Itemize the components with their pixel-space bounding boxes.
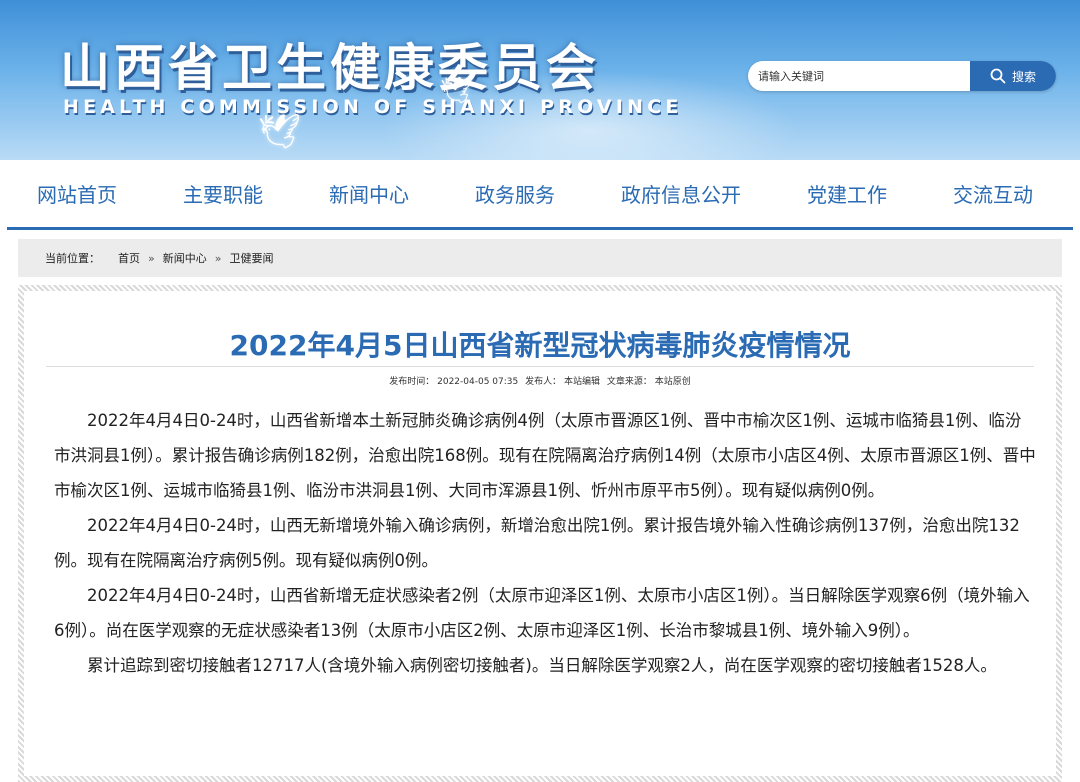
nav-item-party-building[interactable]: 党建工作 [807, 179, 887, 208]
publisher: 发布人： 本站编辑 [525, 377, 600, 387]
breadcrumb-label: 当前位置： [45, 252, 100, 265]
article-meta: 发布时间： 2022-04-05 07:35 发布人： 本站编辑 文章来源： 本… [24, 374, 1056, 387]
article-source: 文章来源： 本站原创 [606, 377, 691, 387]
article-paragraph: 2022年4月4日0-24时，山西省新增本土新冠肺炎确诊病例4例（太原市晋源区1… [54, 411, 1036, 500]
nav-item-services[interactable]: 政务服务 [475, 179, 555, 208]
search-icon [990, 68, 1006, 84]
site-title: 山西省卫生健康委员会 [60, 39, 600, 97]
breadcrumb-separator: » [214, 251, 222, 265]
main-nav: 网站首页 主要职能 新闻中心 政务服务 政府信息公开 党建工作 交流互动 [7, 160, 1073, 230]
breadcrumb-health-news[interactable]: 卫健要闻 [229, 250, 273, 266]
site-subtitle: HEALTH COMMISSION OF SHANXI PROVINCE [63, 96, 683, 118]
header-banner: 山西省卫生健康委员会 HEALTH COMMISSION OF SHANXI P… [0, 0, 1080, 160]
search-box: 搜索 [748, 61, 1056, 91]
article-paragraph: 累计追踪到密切接触者12717人(含境外输入病例密切接触者)。当日解除医学观察2… [87, 656, 997, 675]
dove-icon: 🕊 [440, 76, 474, 106]
nav-item-news[interactable]: 新闻中心 [329, 179, 409, 208]
title-divider [46, 366, 1034, 367]
breadcrumb-separator: » [148, 251, 155, 265]
article-paragraph: 2022年4月4日0-24时，山西省新增无症状感染者2例（太原市迎泽区1例、太原… [54, 586, 1030, 640]
nav-item-info-disclosure[interactable]: 政府信息公开 [621, 179, 741, 208]
article-title: 2022年4月5日山西省新型冠状病毒肺炎疫情情况 [229, 329, 851, 362]
dove-icon: 🕊 [258, 112, 302, 152]
publish-time: 发布时间： 2022-04-05 07:35 [389, 377, 519, 387]
breadcrumb: 当前位置： 首页 » 新闻中心 » 卫健要闻 [18, 239, 1062, 277]
article-paragraph: 2022年4月4日0-24时，山西无新增境外输入确诊病例，新增治愈出院1例。累计… [54, 516, 1020, 570]
search-button[interactable]: 搜索 [970, 61, 1056, 91]
search-button-label: 搜索 [1011, 69, 1036, 84]
breadcrumb-home[interactable]: 首页 [118, 250, 140, 266]
nav-item-functions[interactable]: 主要职能 [183, 179, 263, 208]
article-panel: 2022年4月5日山西省新型冠状病毒肺炎疫情情况 发布时间： 2022-04-0… [18, 285, 1062, 782]
article-body: 2022年4月4日0-24时，山西省新增本土新冠肺炎确诊病例4例（太原市晋源区1… [54, 403, 1036, 683]
nav-item-home[interactable]: 网站首页 [37, 179, 117, 208]
search-input[interactable] [748, 61, 970, 91]
nav-item-interaction[interactable]: 交流互动 [953, 179, 1033, 208]
breadcrumb-news[interactable]: 新闻中心 [163, 250, 207, 266]
